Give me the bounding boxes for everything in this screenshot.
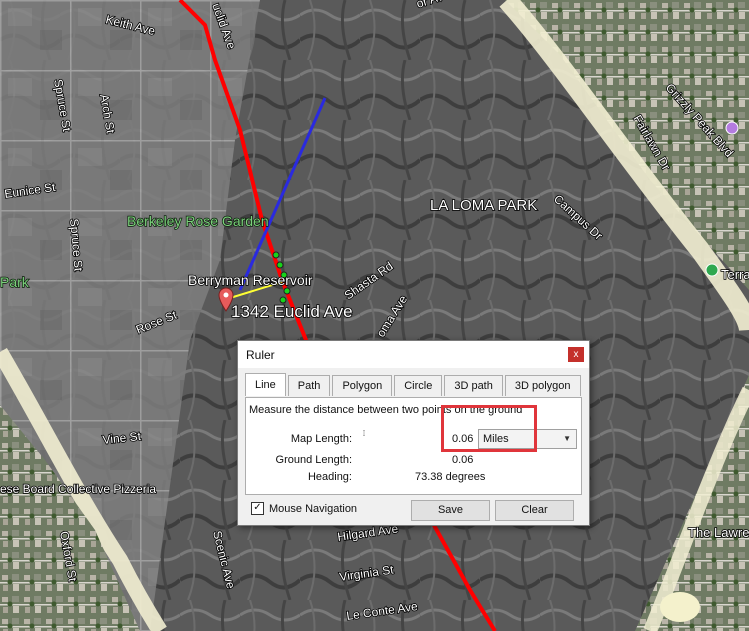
tab-path[interactable]: Path [287, 375, 331, 396]
heading-label: Heading: [307, 471, 352, 483]
chevron-down-icon: ▼ [563, 434, 571, 443]
berryman-reservoir-label: Berryman Reservoir [188, 272, 313, 288]
address-label: 1342 Euclid Ave [231, 302, 353, 321]
heading-value: 73.38 degrees [415, 471, 486, 483]
terra-label: Terra [721, 267, 749, 282]
dialog-titlebar[interactable]: Ruler x [238, 341, 589, 368]
tab-circle[interactable]: Circle [394, 375, 443, 396]
dialog-title: Ruler [246, 348, 275, 362]
tab-3d-polygon[interactable]: 3D polygon [504, 375, 581, 396]
berkeley-rose-garden-label: Berkeley Rose Garden [127, 213, 269, 229]
mouse-navigation-label: Mouse Navigation [269, 502, 358, 515]
cheese-board-label: ese Board Collective Pizzeria [0, 482, 156, 496]
park-label: Park [0, 274, 30, 290]
map-length-label: Map Length: [290, 433, 352, 445]
tab-line[interactable]: Line [245, 373, 286, 396]
map-view[interactable]: Keith Ave uclid Ave or Ave Spruce St Arc… [0, 0, 749, 631]
ruler-tabs: Line Path Polygon Circle 3D path 3D poly… [245, 373, 583, 397]
ground-length-value: 0.06 [452, 454, 474, 466]
park-poi-icon[interactable] [705, 263, 719, 277]
clear-button[interactable]: Clear [495, 500, 574, 521]
highlight-box [441, 405, 537, 452]
text-cursor-icon [363, 430, 365, 436]
the-lawrence-label: The Lawre [688, 525, 749, 540]
save-button[interactable]: Save [411, 500, 490, 521]
close-button[interactable]: x [568, 347, 584, 362]
la-loma-park-label: LA LOMA PARK [430, 197, 537, 214]
tab-3d-path[interactable]: 3D path [444, 375, 503, 396]
mouse-navigation-checkbox[interactable]: ✓ [251, 502, 264, 515]
poi-icon[interactable] [725, 121, 739, 135]
mouse-navigation-toggle[interactable]: ✓ Mouse Navigation [251, 502, 357, 515]
tab-polygon[interactable]: Polygon [332, 375, 393, 396]
ground-length-label: Ground Length: [275, 454, 352, 466]
line-panel: Measure the distance between two points … [245, 397, 582, 495]
ruler-dialog: Ruler x Line Path Polygon Circle 3D path… [237, 340, 590, 526]
